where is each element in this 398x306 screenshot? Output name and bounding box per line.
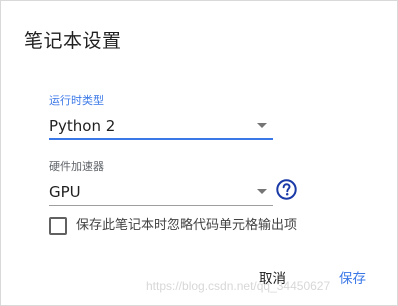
- runtime-type-select[interactable]: Python 2: [49, 114, 273, 140]
- omit-code-output-label: 保存此笔记本时忽略代码单元格输出项: [76, 218, 298, 233]
- runtime-type-underline: [49, 138, 273, 140]
- runtime-type-field: 运行时类型 Python 2: [49, 94, 273, 140]
- hardware-accelerator-label: 硬件加速器: [49, 160, 104, 173]
- hardware-accelerator-value: GPU: [49, 183, 81, 201]
- hardware-accelerator-select[interactable]: GPU: [49, 180, 273, 206]
- dropdown-arrow-icon: [257, 123, 267, 128]
- hardware-accelerator-field: 硬件加速器 GPU: [49, 160, 273, 206]
- save-button[interactable]: 保存: [339, 269, 366, 289]
- help-circle-icon[interactable]: [276, 179, 297, 200]
- notebook-settings-dialog: 笔记本设置 运行时类型 Python 2 硬件加速器 GPU 保存此笔记本时忽略…: [0, 0, 398, 306]
- dialog-title: 笔记本设置: [24, 30, 122, 52]
- hardware-accelerator-underline: [49, 205, 273, 206]
- watermark-text: https://blog.csdn.net/qq_34450627: [146, 279, 331, 293]
- dropdown-arrow-icon: [257, 189, 267, 194]
- cancel-button[interactable]: 取消: [259, 269, 286, 289]
- runtime-type-label: 运行时类型: [49, 94, 104, 107]
- omit-code-output-checkbox[interactable]: [49, 217, 67, 235]
- runtime-type-value: Python 2: [49, 117, 116, 135]
